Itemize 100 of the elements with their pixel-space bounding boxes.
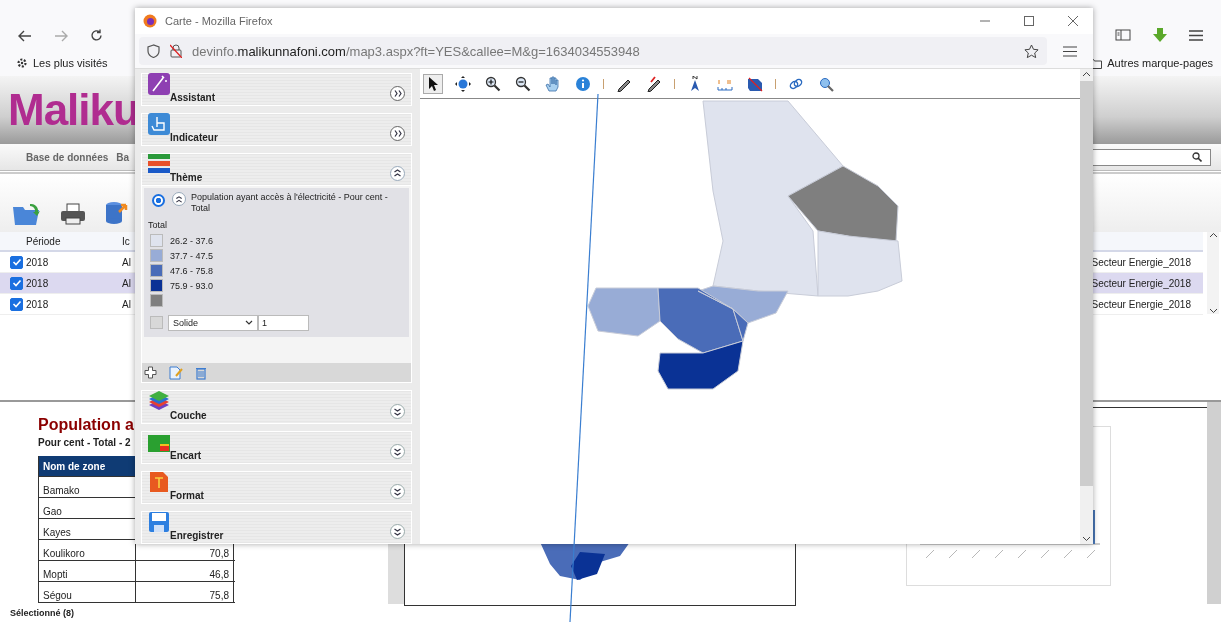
menu-icon[interactable] <box>1063 45 1077 57</box>
scroll-up-icon[interactable] <box>1082 71 1091 77</box>
accordion-header[interactable]: Assistant <box>141 73 412 107</box>
database-export-icon[interactable] <box>104 200 130 226</box>
border-width-field[interactable]: 1 <box>258 314 309 331</box>
table-cell-text: 2018 <box>25 256 49 268</box>
table-cell: Ségou <box>39 582 136 602</box>
close-icon[interactable] <box>1067 15 1079 27</box>
section-title: Encart <box>170 449 202 461</box>
double-chevron-icon <box>393 527 402 536</box>
double-chevron-icon <box>393 89 402 99</box>
expand-toggle[interactable] <box>390 443 405 459</box>
scroll-down-icon[interactable] <box>1208 308 1218 314</box>
maximize-icon[interactable] <box>1023 15 1035 27</box>
report-subtitle: Pour cent - Total - 2 <box>38 437 131 450</box>
accordion-header[interactable]: Indicateur <box>141 113 412 147</box>
address-bar[interactable]: devinfo.malikunnafoni.com/map3.aspx?ft=YES&callee=M&g=1634034553948 <box>139 37 1047 65</box>
expand-toggle[interactable] <box>390 524 405 539</box>
border-style-select[interactable]: Solide <box>168 314 258 331</box>
table-cell-text: Secteur Energie_2018 <box>1090 298 1192 310</box>
legend-title: Total <box>148 220 168 231</box>
checkbox[interactable] <box>10 255 23 269</box>
theme-title: Population ayant accès à l'électricité - Pour cent - Total <box>191 192 389 215</box>
sidebar-icon[interactable] <box>1115 29 1131 41</box>
magnifier-icon <box>818 75 834 92</box>
menu-icon[interactable] <box>1189 29 1203 41</box>
pan-tool[interactable] <box>453 73 473 94</box>
bookmark[interactable]: Les plus visités <box>16 57 108 69</box>
scroll-down-icon[interactable] <box>1082 536 1091 542</box>
expand-toggle[interactable] <box>390 403 405 419</box>
star-icon[interactable] <box>1024 43 1039 59</box>
section-title: Enregistrer <box>170 530 224 541</box>
color-bars-icon <box>148 153 170 176</box>
accordion-header[interactable]: Encart <box>141 430 412 464</box>
section-title: Assistant <box>170 92 215 104</box>
edit-icon[interactable] <box>169 365 183 380</box>
layers-icon <box>148 390 170 413</box>
accordion-header[interactable]: Format <box>141 470 412 504</box>
table-cell: 70,8 <box>209 548 229 559</box>
legend-label: 37.7 - 47.5 <box>170 250 214 261</box>
map-crossed-icon <box>747 75 763 92</box>
table-cell-text: Al <box>121 256 131 268</box>
legend-swatch[interactable] <box>150 249 163 263</box>
trash-icon[interactable] <box>195 365 207 380</box>
table-cell-text: Al <box>121 277 131 289</box>
info-icon <box>575 75 591 92</box>
section-title: Format <box>170 489 204 501</box>
expand-toggle[interactable] <box>390 86 405 102</box>
zoom-out-icon <box>515 75 531 92</box>
column-header: Période <box>25 235 61 247</box>
expand-toggle[interactable] <box>390 166 405 182</box>
wand-icon <box>148 73 170 95</box>
checkbox[interactable] <box>10 297 23 311</box>
page-icon <box>148 470 170 493</box>
nav-link[interactable]: Ba <box>116 151 130 163</box>
legend-label: 75.9 - 93.0 <box>170 280 214 291</box>
expand-toggle[interactable] <box>390 483 405 499</box>
folder-icon[interactable] <box>12 202 42 226</box>
table-cell-text: Secteur Energie_2018 <box>1090 256 1192 268</box>
hand-icon <box>545 75 561 92</box>
reload-icon[interactable] <box>90 29 103 42</box>
accordion-header[interactable]: Thème <box>141 153 412 187</box>
table-cell-text: Secteur Energie_2018 <box>1090 277 1192 289</box>
gear-icon <box>16 57 28 69</box>
status-text: Sélectionné (8) <box>9 607 75 618</box>
table-cell: 46,8 <box>209 569 229 580</box>
window-icon <box>148 430 170 453</box>
printer-icon[interactable] <box>60 202 86 226</box>
insecure-lock-icon <box>170 44 182 58</box>
collapse-toggle[interactable] <box>172 192 186 207</box>
section-title: Indicateur <box>170 132 218 144</box>
shield-icon <box>147 44 160 58</box>
legend-swatch[interactable] <box>150 264 163 278</box>
legend-swatch[interactable] <box>150 294 163 308</box>
section-title: Couche <box>170 409 207 421</box>
table-cell-text: 2018 <box>25 277 49 289</box>
back-icon[interactable] <box>18 29 32 42</box>
column-header: Ic <box>121 235 130 247</box>
table-cell: 75,8 <box>209 590 229 601</box>
download-icon[interactable] <box>1153 28 1167 42</box>
pointer-tool[interactable] <box>423 73 443 94</box>
accordion-header[interactable]: Couche <box>141 390 412 424</box>
caret-icon <box>245 320 253 326</box>
table-cell: Mopti <box>39 561 136 581</box>
double-chevron-icon <box>393 169 402 179</box>
double-chevron-icon <box>393 486 402 496</box>
checkbox[interactable] <box>10 276 23 290</box>
browser-logo-icon <box>143 14 157 28</box>
accordion-header[interactable]: Enregistrer <box>141 510 412 544</box>
scroll-up-icon[interactable] <box>1208 232 1218 238</box>
radio-button[interactable] <box>152 194 165 208</box>
plus-icon[interactable] <box>144 366 157 380</box>
border-color-swatch[interactable] <box>150 316 163 330</box>
nav-link[interactable]: Base de données <box>26 151 109 163</box>
double-chevron-icon <box>175 195 183 204</box>
pencil-stroke-icon <box>646 75 662 92</box>
legend-swatch[interactable] <box>150 234 163 248</box>
expand-toggle[interactable] <box>390 126 405 142</box>
url-text: devinfo.malikunnafoni.com/map3.aspx?ft=YES&callee=M&g=1634034553948 <box>192 43 640 59</box>
legend-swatch[interactable] <box>150 279 163 293</box>
